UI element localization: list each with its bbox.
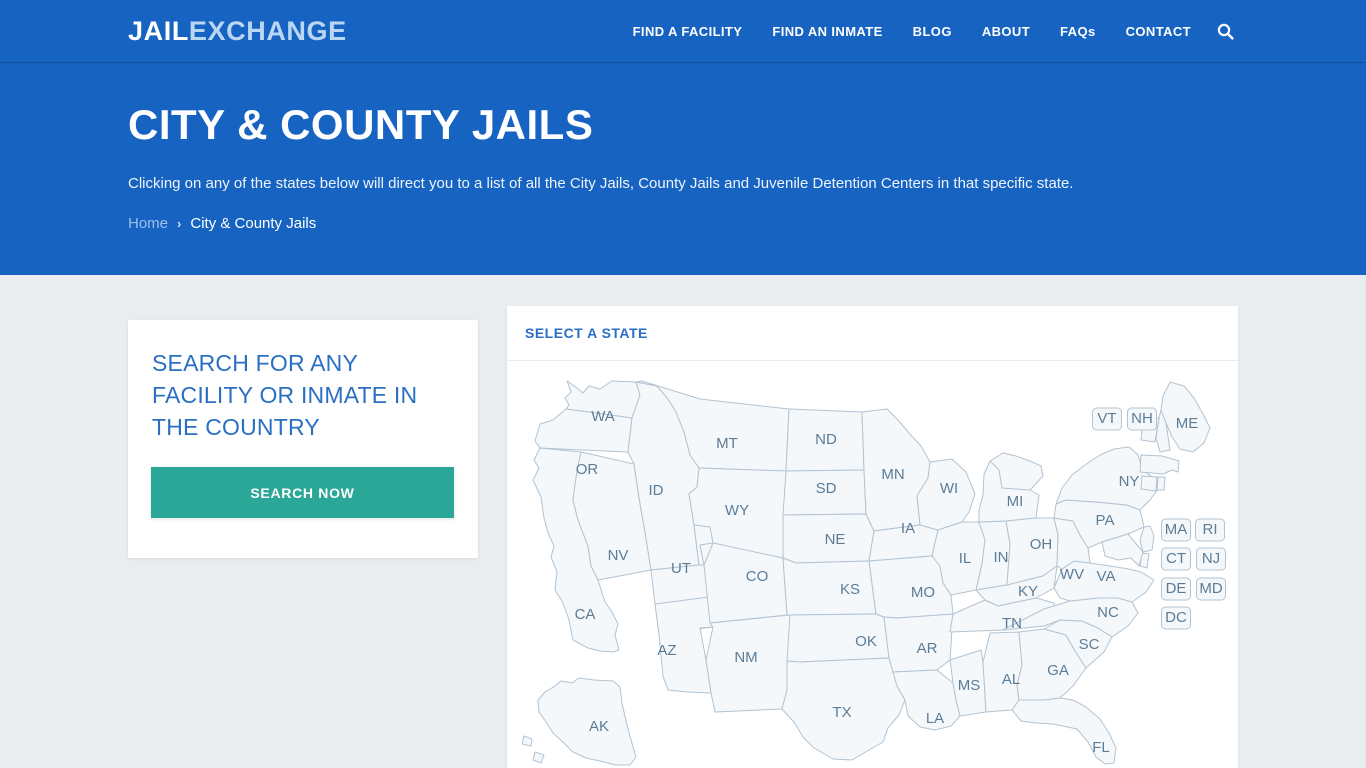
state-box-nh[interactable]: NH: [1127, 407, 1157, 431]
state-box-ri[interactable]: RI: [1195, 518, 1225, 542]
hero-subtitle: Clicking on any of the states below will…: [128, 175, 1074, 192]
breadcrumb: Home › City & County Jails: [128, 214, 316, 234]
search-icon[interactable]: [1212, 19, 1238, 45]
state-shape-sd[interactable]: [782, 469, 867, 516]
nav-item-find-a-facility[interactable]: FIND A FACILITY: [618, 24, 758, 39]
state-shape-nd[interactable]: [785, 408, 865, 472]
state-shape-ak[interactable]: [521, 677, 637, 766]
us-states-map[interactable]: WAORCANVIDMTWYUTAZCONMNDSDNEKSOKTXMNIAMO…: [507, 361, 1238, 768]
state-shape-ar[interactable]: [883, 613, 954, 673]
state-box-nj[interactable]: NJ: [1196, 547, 1226, 571]
state-shape-va[interactable]: [1053, 560, 1155, 603]
state-shape-az[interactable]: [654, 596, 714, 694]
select-a-state-panel: SELECT A STATE WA OR CA NV ID MT WY UT A…: [507, 306, 1238, 768]
state-shape-ia[interactable]: [868, 524, 939, 562]
state-shape-nm[interactable]: [705, 614, 791, 713]
state-shape-ok[interactable]: [786, 613, 890, 663]
search-promo-heading: SEARCH FOR ANY FACILITY OR INMATE IN THE…: [152, 350, 418, 440]
state-shape-ks[interactable]: [782, 557, 877, 616]
state-box-dc[interactable]: DC: [1161, 606, 1191, 630]
state-shapes: [521, 380, 1211, 766]
breadcrumb-item-home[interactable]: Home: [128, 214, 168, 234]
state-box-vt[interactable]: VT: [1092, 407, 1122, 431]
nav-item-contact[interactable]: CONTACT: [1111, 24, 1206, 39]
state-box-ct[interactable]: CT: [1161, 547, 1191, 571]
state-shape-ct[interactable]: [1140, 475, 1158, 492]
nav-item-find-an-inmate[interactable]: FIND AN INMATE: [757, 24, 897, 39]
chevron-right-icon: ›: [177, 216, 182, 231]
search-promo-card: SEARCH FOR ANY FACILITY OR INMATE IN THE…: [128, 320, 478, 558]
search-now-button[interactable]: SEARCH NOW: [151, 467, 454, 518]
state-shape-nj[interactable]: [1139, 525, 1155, 553]
us-map-container: WA OR CA NV ID MT WY UT AZ CO NM ND SD NE KS OK TX MN IA MO…: [507, 361, 1238, 768]
site-logo[interactable]: JAILEXCHANGE: [128, 18, 347, 45]
state-shape-ma[interactable]: [1139, 454, 1180, 475]
nav-item-about[interactable]: ABOUT: [967, 24, 1045, 39]
page-title: CITY & COUNTY JAILS: [128, 101, 594, 148]
hero-banner: CITY & COUNTY JAILS Clicking on any of t…: [0, 63, 1366, 275]
state-shape-fl[interactable]: [1011, 697, 1117, 765]
state-shape-ri[interactable]: [1156, 476, 1166, 491]
logo-text-primary: JAIL: [128, 16, 189, 46]
state-shape-ne[interactable]: [782, 513, 875, 564]
state-shape-mi[interactable]: [978, 452, 1044, 523]
nav-item-blog[interactable]: BLOG: [898, 24, 967, 39]
state-box-md[interactable]: MD: [1196, 577, 1226, 601]
top-navigation-bar: JAILEXCHANGE FIND A FACILITY FIND AN INM…: [0, 0, 1366, 63]
state-box-de[interactable]: DE: [1161, 577, 1191, 601]
map-panel-title: SELECT A STATE: [525, 325, 648, 341]
map-panel-header: SELECT A STATE: [507, 306, 1238, 361]
state-shape-al[interactable]: [982, 631, 1023, 713]
state-box-ma[interactable]: MA: [1161, 518, 1191, 542]
logo-text-secondary: EXCHANGE: [188, 16, 347, 46]
primary-nav: FIND A FACILITY FIND AN INMATE BLOG ABOU…: [618, 0, 1238, 63]
breadcrumb-item-current: City & County Jails: [190, 215, 317, 232]
nav-item-faqs[interactable]: FAQs: [1045, 24, 1111, 39]
state-shape-tx[interactable]: [781, 657, 906, 761]
